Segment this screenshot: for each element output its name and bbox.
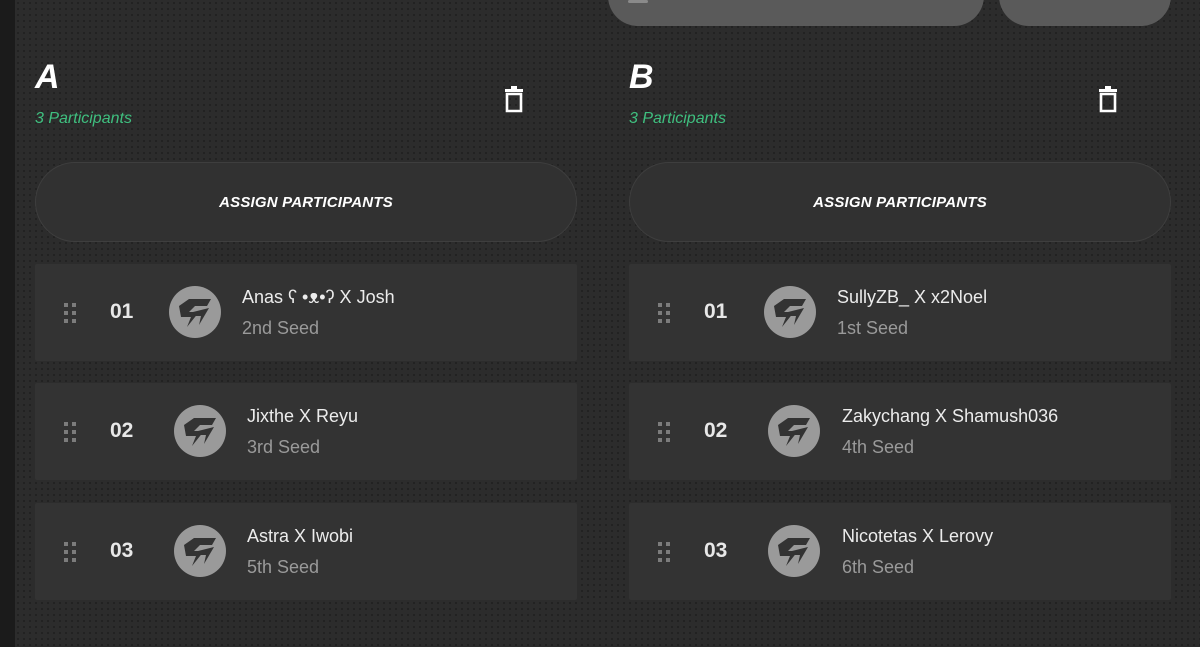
participant-row[interactable]: 02 Zakychang X Shamush036 4th Seed: [629, 383, 1171, 480]
participant-seed: 3rd Seed: [247, 437, 321, 457]
trash-icon[interactable]: [501, 86, 527, 114]
drag-handle-icon[interactable]: [657, 541, 671, 563]
participant-seed: 6th Seed: [842, 557, 915, 577]
team-logo-icon: [764, 286, 816, 338]
trash-icon[interactable]: [1095, 86, 1121, 114]
participant-name: Astra X Iwobi: [247, 526, 354, 546]
participant-number: 01: [110, 300, 134, 323]
participant-number: 03: [704, 539, 728, 562]
team-logo-icon: [768, 405, 820, 457]
participant-count: 3 Participants: [629, 110, 726, 127]
participant-seed: 2nd Seed: [242, 318, 320, 338]
participant-row[interactable]: 03 Nicotetas X Lerovy 6th Seed: [629, 503, 1171, 600]
top-input-field[interactable]: [608, 0, 984, 26]
groups-panel: A 3 Participants ASSIGN PARTICIPANTS 01 …: [15, 0, 1200, 647]
team-logo-icon: [174, 525, 226, 577]
participant-row[interactable]: 01 SullyZB_ X x2Noel 1st Seed: [629, 264, 1171, 361]
participant-name: SullyZB_ X x2Noel: [837, 287, 988, 307]
participant-row[interactable]: 01 Anas ʕ •ᴥ•ʔ X Josh 2nd Seed: [35, 264, 577, 361]
participant-row[interactable]: 02 Jixthe X Reyu 3rd Seed: [35, 383, 577, 480]
drag-handle-icon[interactable]: [63, 421, 77, 443]
top-action-button[interactable]: [999, 0, 1171, 26]
assign-participants-button[interactable]: ASSIGN PARTICIPANTS: [629, 162, 1171, 242]
participant-seed: 1st Seed: [837, 318, 909, 338]
participant-name: Anas ʕ •ᴥ•ʔ X Josh: [242, 287, 395, 307]
group-title: B: [629, 58, 654, 96]
participant-row[interactable]: 03 Astra X Iwobi 5th Seed: [35, 503, 577, 600]
drag-handle-icon[interactable]: [63, 541, 77, 563]
team-logo-icon: [174, 405, 226, 457]
assign-participants-button[interactable]: ASSIGN PARTICIPANTS: [35, 162, 577, 242]
participant-seed: 5th Seed: [247, 557, 320, 577]
drag-handle-icon[interactable]: [657, 421, 671, 443]
participant-number: 02: [704, 419, 728, 442]
participant-name: Jixthe X Reyu: [247, 406, 359, 426]
team-logo-icon: [768, 525, 820, 577]
drag-handle-icon[interactable]: [63, 302, 77, 324]
participant-name: Zakychang X Shamush036: [842, 406, 1059, 426]
drag-handle-icon[interactable]: [657, 302, 671, 324]
group-title: A: [35, 58, 60, 96]
participant-count: 3 Participants: [35, 110, 132, 127]
participant-seed: 4th Seed: [842, 437, 915, 457]
participant-name: Nicotetas X Lerovy: [842, 526, 994, 546]
participant-number: 02: [110, 419, 134, 442]
participant-number: 03: [110, 539, 134, 562]
top-field-mark: [628, 0, 648, 3]
team-logo-icon: [169, 286, 221, 338]
participant-number: 01: [704, 300, 728, 323]
